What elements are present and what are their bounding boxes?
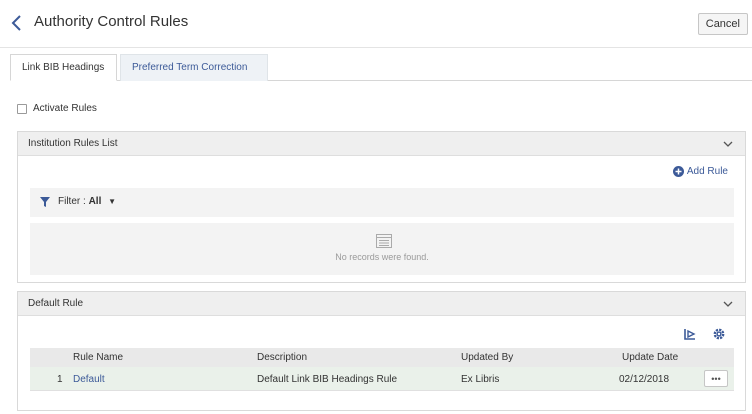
- section-title: Institution Rules List: [28, 138, 118, 149]
- list-empty-icon: [376, 234, 392, 248]
- page-header: Authority Control Rules Cancel: [0, 0, 752, 48]
- chevron-left-icon[interactable]: [10, 14, 24, 32]
- page-title: Authority Control Rules: [34, 13, 189, 30]
- activate-rules-option: Activate Rules: [17, 103, 97, 114]
- add-rule-button[interactable]: Add Rule: [672, 166, 728, 177]
- filter-value: All: [88, 196, 102, 207]
- activate-rules-checkbox[interactable]: [17, 103, 27, 114]
- filter-label: Filter :: [58, 196, 86, 207]
- column-header-description[interactable]: Description: [257, 352, 307, 363]
- empty-message: No records were found.: [335, 252, 429, 262]
- row-actions-button[interactable]: •••: [704, 370, 728, 387]
- chevron-down-icon[interactable]: [723, 139, 733, 149]
- add-rule-label: Add Rule: [686, 166, 728, 177]
- activate-rules-label: Activate Rules: [33, 103, 97, 114]
- filter-icon: [40, 197, 50, 207]
- plus-circle-icon: [672, 166, 684, 177]
- column-header-rule-name[interactable]: Rule Name: [73, 352, 123, 363]
- filter-bar: Filter : All ▼: [30, 188, 734, 217]
- rule-updated-by: Ex Libris: [461, 374, 500, 385]
- export-icon[interactable]: [683, 327, 697, 341]
- column-header-update-date[interactable]: Update Date: [622, 352, 678, 363]
- tab-preferred-term-correction[interactable]: Preferred Term Correction: [120, 54, 268, 81]
- chevron-down-icon[interactable]: [723, 299, 733, 309]
- rule-description: Default Link BIB Headings Rule: [257, 374, 398, 385]
- tab-link-bib-headings[interactable]: Link BIB Headings: [10, 54, 117, 81]
- default-rule-section: Default Rule Rule Name Description Updat…: [17, 291, 746, 411]
- section-header: Default Rule: [18, 292, 745, 316]
- rule-name-link[interactable]: Default: [73, 374, 105, 385]
- row-index: 1: [57, 374, 63, 385]
- rules-table: Rule Name Description Updated By Update …: [30, 348, 734, 391]
- cancel-button[interactable]: Cancel: [697, 13, 748, 35]
- table-row[interactable]: 1 Default Default Link BIB Headings Rule…: [30, 367, 734, 391]
- empty-state: No records were found.: [30, 223, 734, 275]
- section-header: Institution Rules List: [18, 132, 745, 156]
- institution-rules-section: Institution Rules List Add Rule Filter :…: [17, 131, 746, 283]
- filter-dropdown[interactable]: Filter : All ▼: [58, 196, 116, 207]
- gear-icon[interactable]: [712, 327, 726, 341]
- caret-down-icon: ▼: [108, 197, 117, 206]
- rule-update-date: 02/12/2018: [619, 374, 670, 385]
- section-title: Default Rule: [28, 298, 84, 309]
- column-header-updated-by[interactable]: Updated By: [461, 352, 513, 363]
- tab-bar: Link BIB Headings Preferred Term Correct…: [10, 54, 752, 81]
- table-header: Rule Name Description Updated By Update …: [30, 348, 734, 367]
